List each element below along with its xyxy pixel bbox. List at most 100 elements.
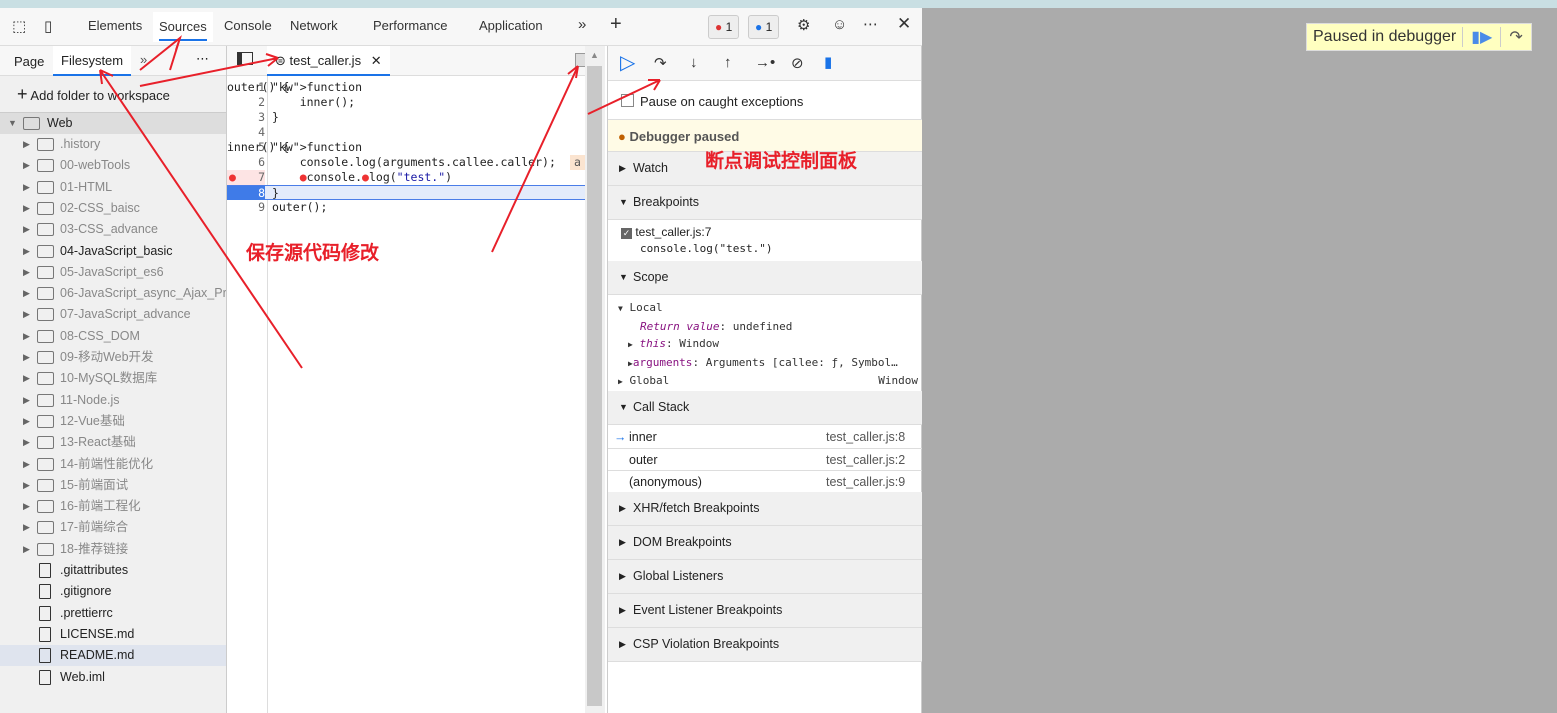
tree-file[interactable]: README.md: [0, 645, 226, 667]
more-tabs-icon[interactable]: »: [578, 16, 586, 33]
tree-root-web[interactable]: ▼ Web: [0, 113, 226, 134]
code-line[interactable]: ● 7 ●console.●log("test."): [227, 170, 585, 185]
tree-file[interactable]: Web.iml: [0, 667, 226, 688]
line-number[interactable]: 8: [227, 186, 265, 200]
tree-folder[interactable]: ▶ 01-HTML: [0, 177, 226, 198]
tree-folder[interactable]: ▶ 14-前端性能优化: [0, 454, 226, 475]
line-number[interactable]: 3: [227, 110, 265, 125]
breakpoint-icon[interactable]: ●: [229, 170, 236, 185]
step-icon[interactable]: →•: [755, 54, 775, 71]
call-frame[interactable]: (anonymous) test_caller.js:9: [608, 471, 922, 494]
tree-folder[interactable]: ▶ 16-前端工程化: [0, 496, 226, 517]
section-event-listeners[interactable]: ▶ Event Listener Breakpoints: [608, 594, 922, 628]
section-callstack[interactable]: ▼ Call Stack: [608, 391, 922, 425]
pause-caught-row[interactable]: Pause on caught exceptions: [608, 81, 922, 120]
code-line[interactable]: 3}: [227, 110, 585, 125]
tree-folder[interactable]: ▶ 08-CSS_DOM: [0, 326, 226, 347]
file-tab[interactable]: ⊜ test_caller.js ✕: [267, 46, 390, 76]
more-icon[interactable]: ⋯: [863, 15, 878, 33]
scope-local[interactable]: ▼ Local: [618, 299, 918, 318]
tree-file[interactable]: .prettierrc: [0, 603, 226, 624]
resume-icon[interactable]: ▷: [620, 50, 635, 75]
tab-filesystem[interactable]: Filesystem: [53, 46, 132, 76]
tree-folder[interactable]: ▶ 11-Node.js: [0, 390, 226, 411]
tab-console[interactable]: Console: [224, 18, 272, 33]
tree-folder[interactable]: ▶ 09-移动Web开发: [0, 347, 226, 368]
tree-file[interactable]: .gitignore: [0, 581, 226, 602]
call-frame[interactable]: outer test_caller.js:2: [608, 449, 922, 471]
editor-scrollbar[interactable]: ▲: [585, 46, 605, 713]
tree-file[interactable]: .gitattributes: [0, 560, 226, 581]
tab-performance[interactable]: Performance: [373, 18, 447, 33]
tree-folder[interactable]: ▶ 15-前端面试: [0, 475, 226, 496]
scope-global[interactable]: ▶ Global Window: [618, 372, 918, 391]
more-options-icon[interactable]: ⋯: [196, 51, 209, 67]
add-tab-icon[interactable]: +: [610, 13, 622, 36]
tree-folder[interactable]: ▶ 02-CSS_baisc: [0, 198, 226, 219]
line-number[interactable]: 9: [227, 200, 265, 215]
line-number[interactable]: 1: [227, 80, 265, 95]
breakpoint-item[interactable]: ✓ test_caller.js:7 console.log("test."): [621, 224, 772, 257]
inspect-icon[interactable]: ⬚: [12, 17, 26, 35]
tab-sources[interactable]: Sources: [153, 12, 213, 42]
tree-folder[interactable]: ▶ .history: [0, 134, 226, 155]
code-line[interactable]: 6 console.log(arguments.callee.caller); a: [227, 155, 585, 170]
gear-icon[interactable]: ⚙: [797, 16, 810, 34]
scope-arguments[interactable]: ▶arguments: Arguments [callee: ƒ, Symbol…: [618, 354, 918, 373]
toggle-navigator-icon[interactable]: [237, 52, 253, 65]
code-line[interactable]: 2 inner();: [227, 95, 585, 110]
tree-folder[interactable]: ▶ 07-JavaScript_advance: [0, 304, 226, 325]
pause-caught-checkbox[interactable]: [621, 94, 634, 107]
tree-folder[interactable]: ▶ 12-Vue基础: [0, 411, 226, 432]
section-scope[interactable]: ▼ Scope: [608, 261, 922, 295]
deactivate-breakpoints-icon[interactable]: ⊘: [791, 54, 804, 72]
code-line[interactable]: 9 outer();: [227, 200, 585, 215]
code-line[interactable]: 5 "kw">function inner() {: [227, 140, 585, 155]
error-badge[interactable]: ● 1: [708, 15, 740, 39]
tab-network[interactable]: Network: [290, 18, 338, 33]
tree-folder[interactable]: ▶ 00-webTools: [0, 155, 226, 176]
device-toggle-icon[interactable]: ▯: [44, 17, 52, 35]
tab-application[interactable]: Application: [479, 18, 543, 33]
tab-elements[interactable]: Elements: [88, 18, 142, 33]
tree-file[interactable]: LICENSE.md: [0, 624, 226, 645]
step-over-icon[interactable]: ↷: [654, 54, 667, 72]
add-folder-button[interactable]: + Add folder to workspace: [17, 84, 170, 105]
resume-icon[interactable]: ▮▶: [1462, 27, 1500, 47]
message-badge[interactable]: ● 1: [748, 15, 780, 39]
tree-folder[interactable]: ▶ 05-JavaScript_es6: [0, 262, 226, 283]
section-breakpoints[interactable]: ▼ Breakpoints: [608, 186, 922, 220]
tree-folder[interactable]: ▶ 10-MySQL数据库: [0, 368, 226, 389]
step-into-icon[interactable]: ↓: [690, 54, 698, 71]
section-csp[interactable]: ▶ CSP Violation Breakpoints: [608, 628, 922, 662]
code-line[interactable]: 8}: [227, 185, 585, 200]
line-number[interactable]: 5: [227, 140, 265, 155]
section-global-listeners[interactable]: ▶ Global Listeners: [608, 560, 922, 594]
close-file-icon[interactable]: ✕: [371, 53, 382, 68]
code-line[interactable]: 4: [227, 125, 585, 140]
section-xhr[interactable]: ▶ XHR/fetch Breakpoints: [608, 492, 922, 526]
step-over-icon[interactable]: ↷: [1500, 27, 1530, 47]
line-number[interactable]: ● 7: [227, 170, 265, 185]
code-area[interactable]: 1 "kw">function outer() {2 inner(); 3} 4 5 "k…: [227, 80, 585, 215]
section-dom[interactable]: ▶ DOM Breakpoints: [608, 526, 922, 560]
line-number[interactable]: 6: [227, 155, 265, 170]
feedback-icon[interactable]: ☺: [832, 16, 847, 33]
tree-folder[interactable]: ▶06-JavaScript_async_Ajax_Promise: [0, 283, 226, 304]
close-icon[interactable]: ✕: [897, 14, 911, 34]
line-number[interactable]: 2: [227, 95, 265, 110]
more-tabs-icon[interactable]: »: [140, 52, 147, 67]
tree-folder[interactable]: ▶ 18-推荐链接: [0, 539, 226, 560]
tree-folder[interactable]: ▶ 17-前端综合: [0, 517, 226, 538]
line-number[interactable]: 4: [227, 125, 265, 140]
pause-on-exceptions-icon[interactable]: ▮: [824, 53, 832, 71]
call-frame[interactable]: → inner test_caller.js:8: [608, 426, 922, 449]
tree-folder[interactable]: ▶ 04-JavaScript_basic: [0, 241, 226, 262]
tree-folder[interactable]: ▶ 13-React基础: [0, 432, 226, 453]
scope-this[interactable]: ▶ this: Window: [618, 335, 918, 354]
tab-page[interactable]: Page: [14, 54, 44, 69]
code-line[interactable]: 1 "kw">function outer() {: [227, 80, 585, 95]
checkbox-checked[interactable]: ✓: [621, 228, 632, 239]
tree-folder[interactable]: ▶ 03-CSS_advance: [0, 219, 226, 240]
step-out-icon[interactable]: ↑: [724, 54, 732, 71]
